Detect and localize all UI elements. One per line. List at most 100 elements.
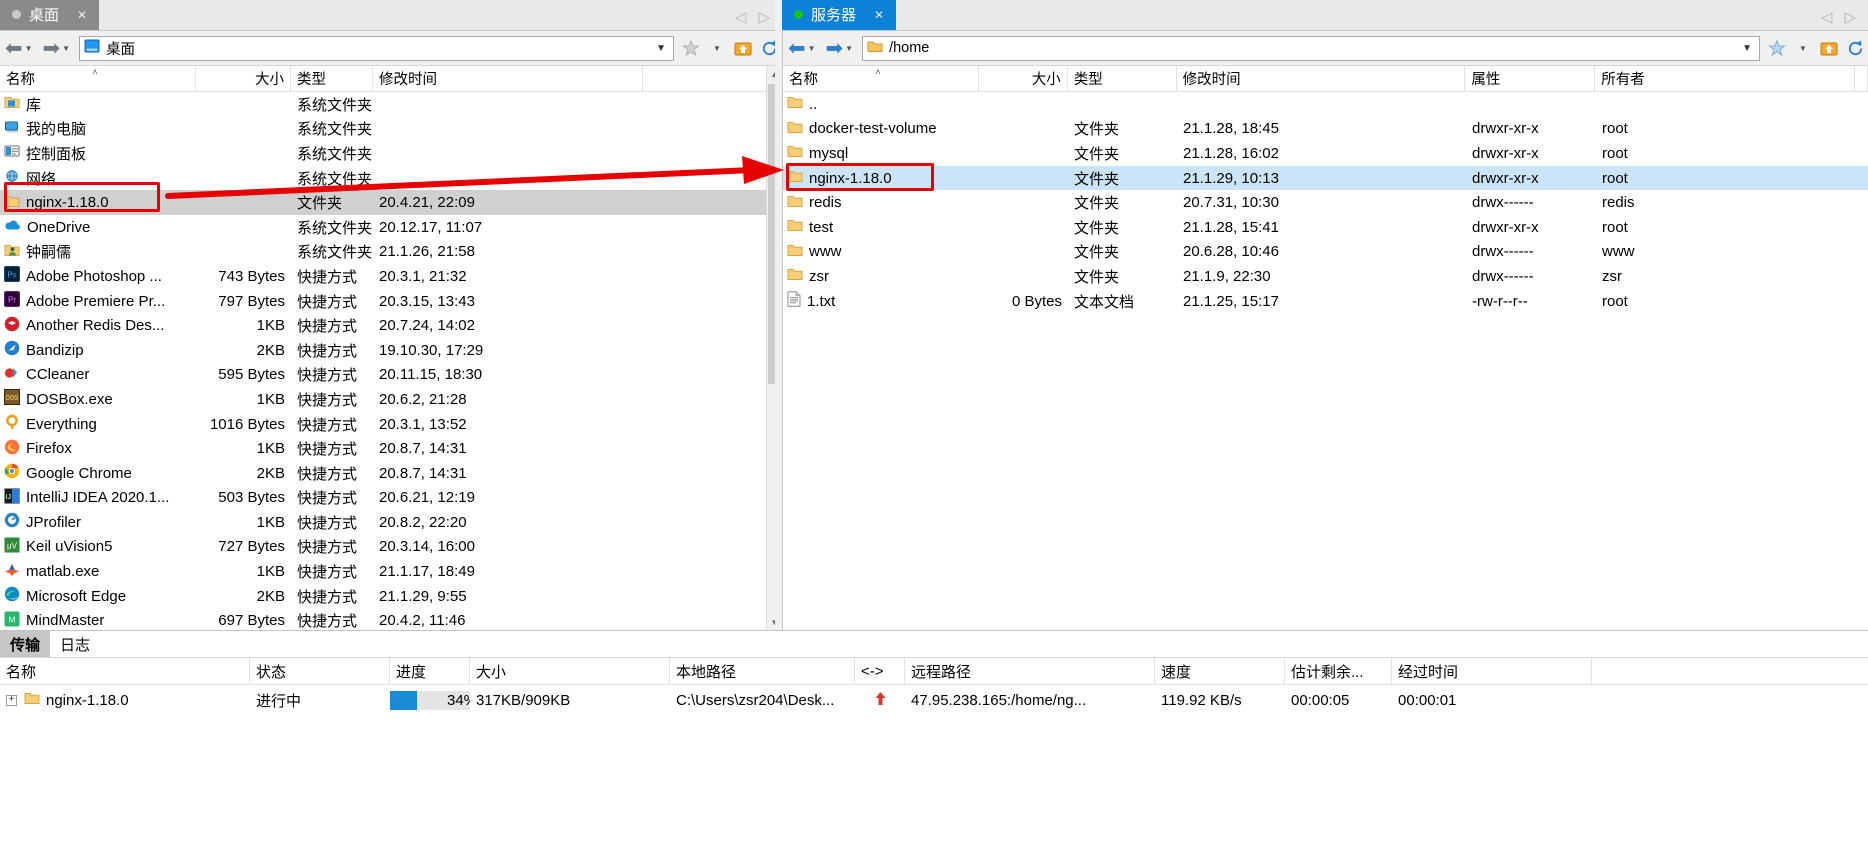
- queue-column-header-5[interactable]: 本地路径: [670, 657, 855, 685]
- queue-row[interactable]: + nginx-1.18.0 进行中 34% 317KB/909KB C:\Users\z…: [0, 685, 1868, 715]
- chevron-down-icon[interactable]: ▼: [1742, 43, 1755, 54]
- remote-file-row[interactable]: redis 文件夹 20.7.31, 10:30 drwx------ redis: [783, 190, 1868, 215]
- file-name-label: Google Chrome: [26, 464, 132, 482]
- remote-back-button[interactable]: ⬅ ▼: [783, 38, 821, 59]
- bookmark-star-icon[interactable]: [1764, 35, 1790, 61]
- transfer-tab-label: 传输: [10, 636, 41, 654]
- remote-column-header-3[interactable]: 类型: [1068, 66, 1177, 92]
- queue-column-header-6[interactable]: <->: [855, 657, 905, 685]
- local-file-row[interactable]: Everything 1016 Bytes 快捷方式 20.3.1, 13:52: [0, 412, 782, 437]
- chevron-down-icon[interactable]: ▼: [656, 43, 669, 54]
- local-column-header-3[interactable]: 类型: [291, 66, 373, 92]
- local-back-button[interactable]: ⬅ ▼: [0, 38, 38, 59]
- remote-file-row[interactable]: 1.txt 0 Bytes 文本文档 21.1.25, 15:17 -rw-r--r--…: [783, 289, 1868, 314]
- queue-column-header-8[interactable]: 速度: [1155, 657, 1285, 685]
- local-column-header-1[interactable]: 名称 ˄: [0, 66, 196, 92]
- local-column-header-2[interactable]: 大小: [196, 66, 291, 92]
- home-icon[interactable]: [1816, 35, 1842, 61]
- remote-column-header-4[interactable]: 修改时间: [1177, 66, 1466, 92]
- refresh-icon[interactable]: [1842, 35, 1868, 61]
- control-panel-icon: [4, 144, 20, 162]
- chevron-down-icon[interactable]: ▼: [1790, 35, 1816, 61]
- local-file-row[interactable]: M MindMaster 697 Bytes 快捷方式 20.4.2, 11:46: [0, 608, 782, 630]
- local-cell-type: 快捷方式: [297, 465, 358, 483]
- local-path-input[interactable]: 桌面 ▼: [79, 35, 674, 61]
- local-file-row[interactable]: Ps Adobe Photoshop ... 743 Bytes 快捷方式 20.3.1…: [0, 264, 782, 289]
- remote-column-header-5[interactable]: 属性: [1465, 66, 1596, 92]
- local-file-row[interactable]: Google Chrome 2KB 快捷方式 20.8.7, 14:31: [0, 461, 782, 486]
- tab-local-desktop[interactable]: 桌面 ✕: [0, 0, 100, 30]
- remote-forward-button[interactable]: ➡ ▼: [821, 38, 859, 59]
- remote-file-row[interactable]: www 文件夹 20.6.28, 10:46 drwx------ www: [783, 240, 1868, 265]
- remote-cell-modified: 21.1.9, 22:30: [1183, 267, 1271, 285]
- queue-column-header-2[interactable]: 状态: [250, 657, 390, 685]
- home-icon[interactable]: [730, 35, 756, 61]
- queue-column-header-4[interactable]: 大小: [470, 657, 670, 685]
- queue-column-header-3[interactable]: 进度: [390, 657, 470, 685]
- remote-file-row[interactable]: test 文件夹 21.1.28, 15:41 drwxr-xr-x root: [783, 215, 1868, 240]
- remote-cell-modified: 20.7.31, 10:30: [1183, 194, 1279, 212]
- expand-toggle-icon[interactable]: +: [6, 694, 17, 706]
- chevron-down-icon[interactable]: ▼: [845, 44, 853, 53]
- panes-splitter[interactable]: [775, 0, 782, 630]
- local-file-list[interactable]: 库系统文件夹 我的电脑 系统文件夹 控制面板 系统文件夹 网络 系统文件夹 nginx-1.1…: [0, 92, 782, 630]
- transfer-tab-2[interactable]: 日志: [50, 631, 100, 657]
- local-file-row[interactable]: DOS DOSBox.exe 1KB 快捷方式 20.6.2, 21:28: [0, 387, 782, 412]
- local-file-row[interactable]: 网络 系统文件夹: [0, 166, 782, 191]
- local-cell-type: 系统文件夹: [297, 96, 373, 114]
- queue-column-header-1[interactable]: 名称: [0, 657, 250, 685]
- close-icon[interactable]: ✕: [77, 9, 87, 21]
- transfer-tab-1[interactable]: 传输: [0, 631, 51, 657]
- local-file-row[interactable]: matlab.exe 1KB 快捷方式 21.1.17, 18:49: [0, 559, 782, 584]
- local-file-row[interactable]: 库 系统文件夹: [0, 92, 782, 117]
- queue-list[interactable]: + nginx-1.18.0 进行中 34% 317KB/909KB C:\Users\z…: [0, 685, 1868, 715]
- remote-path-text: /home: [889, 40, 930, 56]
- chevron-right-icon[interactable]: ▷: [758, 8, 770, 26]
- chevron-down-icon[interactable]: ▼: [25, 44, 33, 53]
- remote-column-header-6[interactable]: 所有者: [1595, 66, 1855, 92]
- chevron-left-icon[interactable]: ◁: [1821, 8, 1833, 26]
- column-header-label: 名称: [6, 72, 35, 88]
- local-file-row[interactable]: OneDrive 系统文件夹 20.12.17, 11:07: [0, 215, 782, 240]
- local-file-row[interactable]: 钟嗣儒 系统文件夹 21.1.26, 21:58: [0, 240, 782, 265]
- local-file-row[interactable]: Firefox 1KB 快捷方式 20.8.7, 14:31: [0, 436, 782, 461]
- tab-remote-server[interactable]: 服务器 ✕: [782, 0, 897, 30]
- remote-file-row[interactable]: docker-test-volume 文件夹 21.1.28, 18:45 drwxr…: [783, 117, 1868, 142]
- chevron-down-icon[interactable]: ▼: [808, 44, 816, 53]
- file-name-label: Adobe Photoshop ...: [26, 267, 162, 285]
- local-file-row[interactable]: 控制面板 系统文件夹: [0, 141, 782, 166]
- remote-cell-perms: drwxr-xr-x: [1472, 120, 1539, 138]
- local-file-row[interactable]: Bandizip 2KB 快捷方式 19.10.30, 17:29: [0, 338, 782, 363]
- remote-file-row[interactable]: ..: [783, 92, 1868, 117]
- remote-file-row[interactable]: zsr 文件夹 21.1.9, 22:30 drwx------ zsr: [783, 264, 1868, 289]
- local-file-row[interactable]: IJ IntelliJ IDEA 2020.1... 503 Bytes 快捷方式 20…: [0, 486, 782, 511]
- remote-path-input[interactable]: /home ▼: [862, 35, 1760, 61]
- remote-cell-owner: [1596, 92, 1856, 117]
- queue-column-header-7[interactable]: 远程路径: [905, 657, 1155, 685]
- chevron-right-icon[interactable]: ▷: [1844, 8, 1856, 26]
- file-name-label: docker-test-volume: [809, 120, 937, 138]
- local-cell-modified: [373, 117, 643, 142]
- remote-file-row[interactable]: mysql 文件夹 21.1.28, 16:02 drwxr-xr-x root: [783, 141, 1868, 166]
- local-file-row[interactable]: nginx-1.18.0 文件夹 20.4.21, 22:09: [0, 190, 782, 215]
- remote-file-row[interactable]: nginx-1.18.0 文件夹 21.1.29, 10:13 drwxr-xr-x r…: [783, 165, 1868, 191]
- chevron-left-icon[interactable]: ◁: [735, 8, 747, 26]
- queue-column-header-10[interactable]: 经过时间: [1392, 657, 1592, 685]
- local-file-row[interactable]: Microsoft Edge 2KB 快捷方式 21.1.29, 9:55: [0, 584, 782, 609]
- bookmark-star-icon[interactable]: [678, 35, 704, 61]
- local-file-row[interactable]: JProfiler 1KB 快捷方式 20.8.2, 22:20: [0, 510, 782, 535]
- chevron-down-icon[interactable]: ▼: [704, 35, 730, 61]
- queue-column-header-9[interactable]: 估计剩余...: [1285, 657, 1392, 685]
- chevron-down-icon[interactable]: ▼: [62, 44, 70, 53]
- local-file-row[interactable]: CCleaner 595 Bytes 快捷方式 20.11.15, 18:30: [0, 363, 782, 388]
- remote-file-list[interactable]: .. docker-test-volume 文件夹 21.1.28, 18:45 drw…: [783, 92, 1868, 313]
- local-file-row[interactable]: Another Redis Des... 1KB 快捷方式 20.7.24, 14:0…: [0, 313, 782, 338]
- local-forward-button[interactable]: ➡ ▼: [38, 38, 76, 59]
- close-icon[interactable]: ✕: [874, 9, 884, 21]
- remote-column-header-2[interactable]: 大小: [979, 66, 1068, 92]
- local-column-header-4[interactable]: 修改时间: [373, 66, 643, 92]
- local-file-row[interactable]: Pr Adobe Premiere Pr... 797 Bytes 快捷方式 20.3.…: [0, 289, 782, 314]
- local-file-row[interactable]: µV Keil uVision5 727 Bytes 快捷方式 20.3.14, 16:…: [0, 535, 782, 560]
- local-file-row[interactable]: 我的电脑 系统文件夹: [0, 117, 782, 142]
- remote-column-header-1[interactable]: 名称 ˄: [783, 66, 979, 92]
